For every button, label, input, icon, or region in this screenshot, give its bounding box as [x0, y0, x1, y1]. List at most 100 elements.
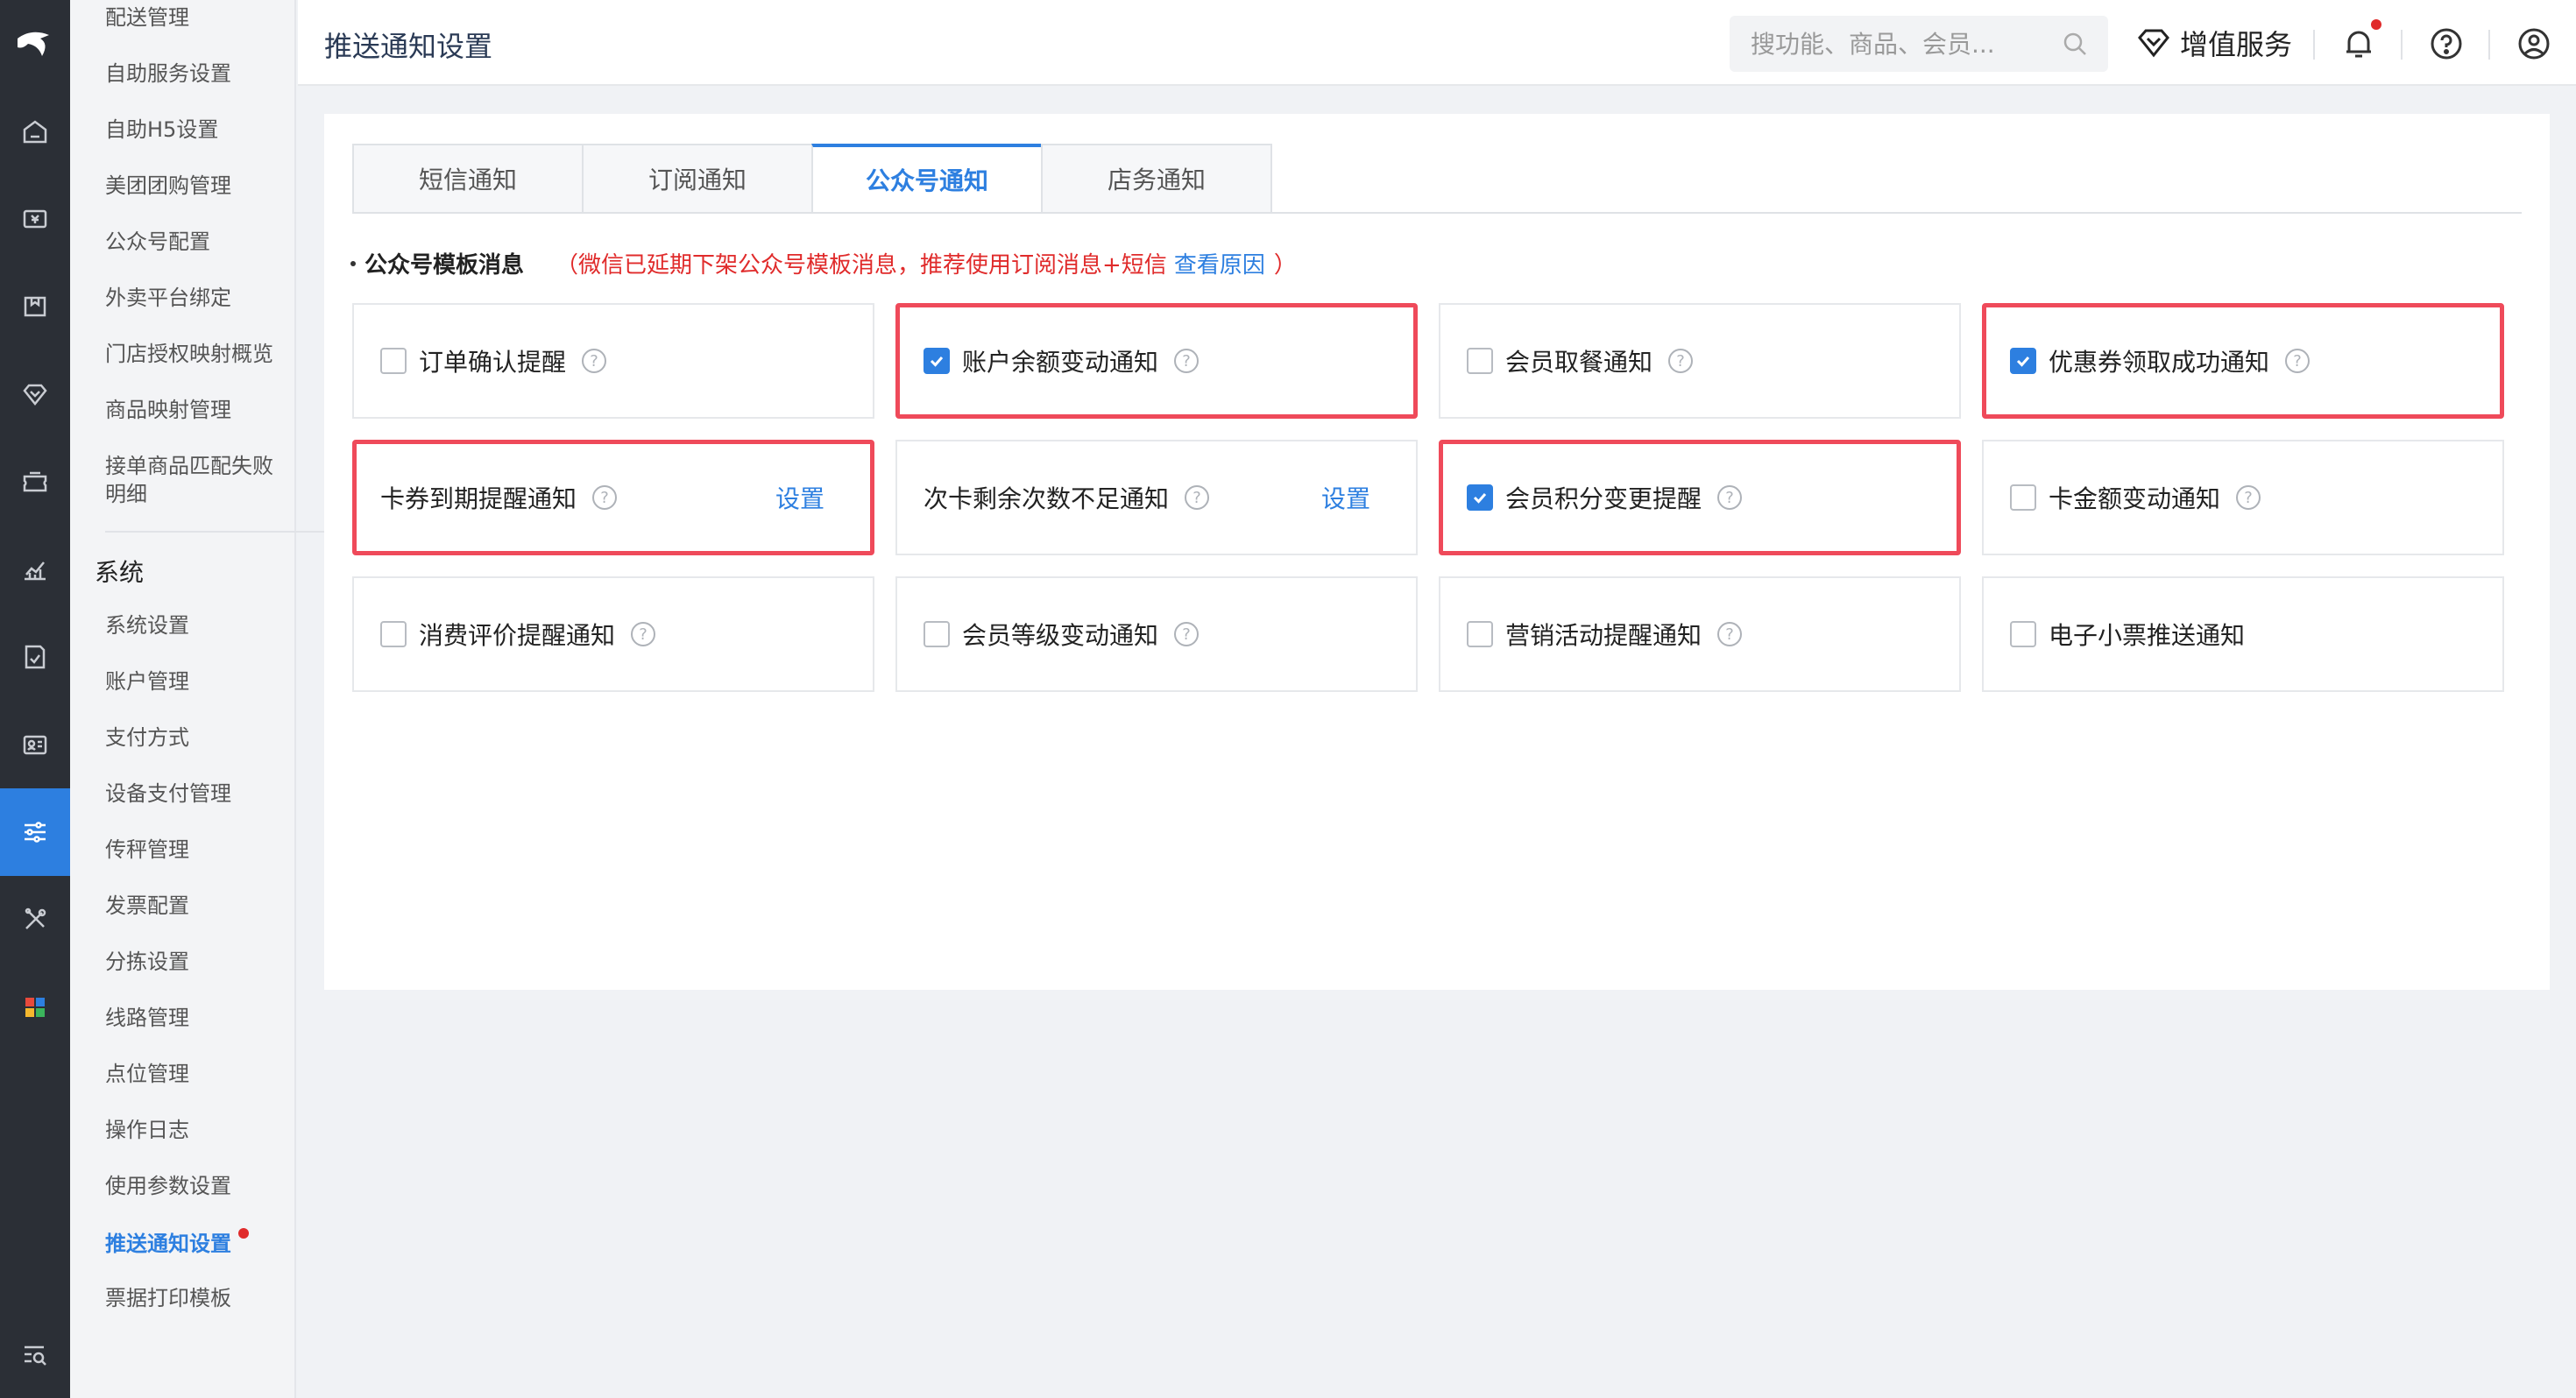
menu-item-self-h5[interactable]: 自助H5设置 [105, 116, 289, 144]
warning-close-paren: ） [1273, 252, 1297, 279]
help-circle-icon[interactable]: ? [1185, 485, 1210, 510]
section-title: 公众号模板消息 [364, 252, 525, 279]
cashier-icon[interactable] [0, 175, 70, 263]
notification-label: 卡券到期提醒通知 [380, 484, 577, 513]
tab-store[interactable]: 店务通知 [1041, 144, 1272, 214]
menu-item-takeout-binding[interactable]: 外卖平台绑定 [105, 284, 289, 312]
menu-item-invoice[interactable]: 发票配置 [105, 892, 289, 920]
menu-item-sorting[interactable]: 分拣设置 [105, 948, 289, 976]
top-header: 推送通知设置 增值服务 [298, 0, 2576, 86]
menu-item-route[interactable]: 线路管理 [105, 1004, 289, 1032]
settings-link[interactable]: 设置 [1321, 480, 1370, 515]
notification-checkbox[interactable] [380, 348, 407, 374]
help-circle-icon[interactable]: ? [582, 349, 607, 373]
search-input[interactable] [1751, 29, 2049, 59]
menu-group-system: 系统 [95, 558, 145, 587]
bell-icon[interactable] [2339, 25, 2378, 63]
icon-rail [0, 0, 70, 1398]
notification-checkbox[interactable] [924, 348, 950, 374]
notification-checkbox[interactable] [2010, 484, 2036, 511]
tab-subscribe[interactable]: 订阅通知 [582, 144, 813, 214]
notification-checkbox[interactable] [924, 621, 950, 647]
help-circle-icon[interactable]: ? [1717, 622, 1743, 646]
menu-search-icon[interactable] [0, 1310, 70, 1398]
notification-card: 优惠券领取成功通知? [1982, 303, 2504, 419]
deprecation-warning: （微信已延期下架公众号模板消息，推荐使用订阅消息+短信 [556, 252, 1167, 279]
coupon-icon[interactable] [0, 438, 70, 526]
settings-link[interactable]: 设置 [775, 480, 824, 515]
notification-label: 优惠券领取成功通知 [2049, 348, 2270, 377]
menu-item-store-auth[interactable]: 门店授权映射概览 [105, 340, 289, 368]
menu-item-usage-params[interactable]: 使用参数设置 [105, 1172, 289, 1200]
notification-dot [2371, 19, 2381, 30]
notification-label: 订单确认提醒 [419, 348, 567, 377]
chart-icon[interactable] [0, 526, 70, 613]
settings-sliders-icon[interactable] [0, 788, 70, 876]
logo-icon[interactable] [0, 0, 70, 88]
member-diamond-icon[interactable] [0, 350, 70, 438]
menu-item-product-mapping[interactable]: 商品映射管理 [105, 396, 289, 424]
menu-item-self-service[interactable]: 自助服务设置 [105, 60, 289, 88]
notification-card: 会员积分变更提醒? [1439, 440, 1961, 555]
notification-label: 会员积分变更提醒 [1505, 484, 1702, 513]
tab-underline [352, 212, 2522, 214]
menu-item-device-payment[interactable]: 设备支付管理 [105, 780, 289, 808]
global-search[interactable] [1730, 16, 2108, 72]
notification-checkbox[interactable] [380, 621, 407, 647]
menu-divider [105, 531, 342, 533]
notification-label: 会员取餐通知 [1505, 348, 1653, 377]
menu-item-push-notify[interactable]: 推送通知设置 [105, 1228, 289, 1258]
menu-item-point[interactable]: 点位管理 [105, 1060, 289, 1088]
notification-checkbox[interactable] [2010, 621, 2036, 647]
menu-item-payment[interactable]: 支付方式 [105, 724, 289, 752]
menu-item-match-failure[interactable]: 接单商品匹配失败明细 [105, 452, 289, 508]
notification-card: 消费评价提醒通知? [352, 576, 874, 692]
document-icon[interactable] [0, 613, 70, 701]
menu-item-scale[interactable]: 传秤管理 [105, 836, 289, 864]
notification-card: 营销活动提醒通知? [1439, 576, 1961, 692]
home-icon[interactable] [0, 88, 70, 175]
notification-checkbox[interactable] [1467, 348, 1493, 374]
apps-grid-icon[interactable] [0, 964, 70, 1051]
help-circle-icon[interactable]: ? [1174, 622, 1200, 646]
new-badge-dot [238, 1228, 249, 1239]
help-icon[interactable] [2427, 25, 2466, 63]
goods-icon[interactable] [0, 263, 70, 350]
help-circle-icon[interactable]: ? [2236, 485, 2261, 510]
menu-item-account[interactable]: 账户管理 [105, 667, 289, 695]
menu-item-operation-log[interactable]: 操作日志 [105, 1116, 289, 1144]
menu-item-push-notify-label: 推送通知设置 [105, 1232, 231, 1256]
help-circle-icon[interactable]: ? [1668, 349, 1694, 373]
notification-label: 次卡剩余次数不足通知 [924, 484, 1170, 513]
user-avatar-icon[interactable] [2515, 25, 2553, 63]
notification-checkbox[interactable] [2010, 348, 2036, 374]
menu-item-official-account[interactable]: 公众号配置 [105, 228, 289, 256]
header-divider [2313, 30, 2315, 60]
search-icon[interactable] [2061, 30, 2089, 58]
tab-official-account[interactable]: 公众号通知 [811, 144, 1043, 214]
view-reason-link[interactable]: 查看原因 [1174, 247, 1265, 279]
help-circle-icon[interactable]: ? [1717, 485, 1743, 510]
menu-item-receipt-template[interactable]: 票据打印模板 [105, 1284, 289, 1312]
content-panel: 短信通知 订阅通知 公众号通知 店务通知 公众号模板消息 （微信已延期下架公众号… [324, 114, 2550, 990]
header-divider [2488, 30, 2490, 60]
help-circle-icon[interactable]: ? [592, 485, 618, 510]
notification-label: 账户余额变动通知 [962, 348, 1159, 377]
notification-label: 电子小票推送通知 [2049, 621, 2246, 650]
menu-item-delivery[interactable]: 配送管理 [105, 4, 289, 32]
menu-item-system-settings[interactable]: 系统设置 [105, 611, 289, 639]
staff-card-icon[interactable] [0, 701, 70, 788]
tools-icon[interactable] [0, 876, 70, 964]
notification-checkbox[interactable] [1467, 621, 1493, 647]
notification-card: 卡券到期提醒通知? 设置 [352, 440, 874, 555]
help-circle-icon[interactable]: ? [1174, 349, 1200, 373]
value-added-services-button[interactable]: 增值服务 [2136, 23, 2292, 63]
notification-card: 卡金额变动通知? [1982, 440, 2504, 555]
notification-card: 会员取餐通知? [1439, 303, 1961, 419]
notify-tabs: 短信通知 订阅通知 公众号通知 店务通知 [352, 144, 1272, 214]
tab-sms[interactable]: 短信通知 [352, 144, 584, 214]
help-circle-icon[interactable]: ? [631, 622, 656, 646]
notification-checkbox[interactable] [1467, 484, 1493, 511]
menu-item-meituan-group[interactable]: 美团团购管理 [105, 172, 289, 200]
help-circle-icon[interactable]: ? [2285, 349, 2311, 373]
